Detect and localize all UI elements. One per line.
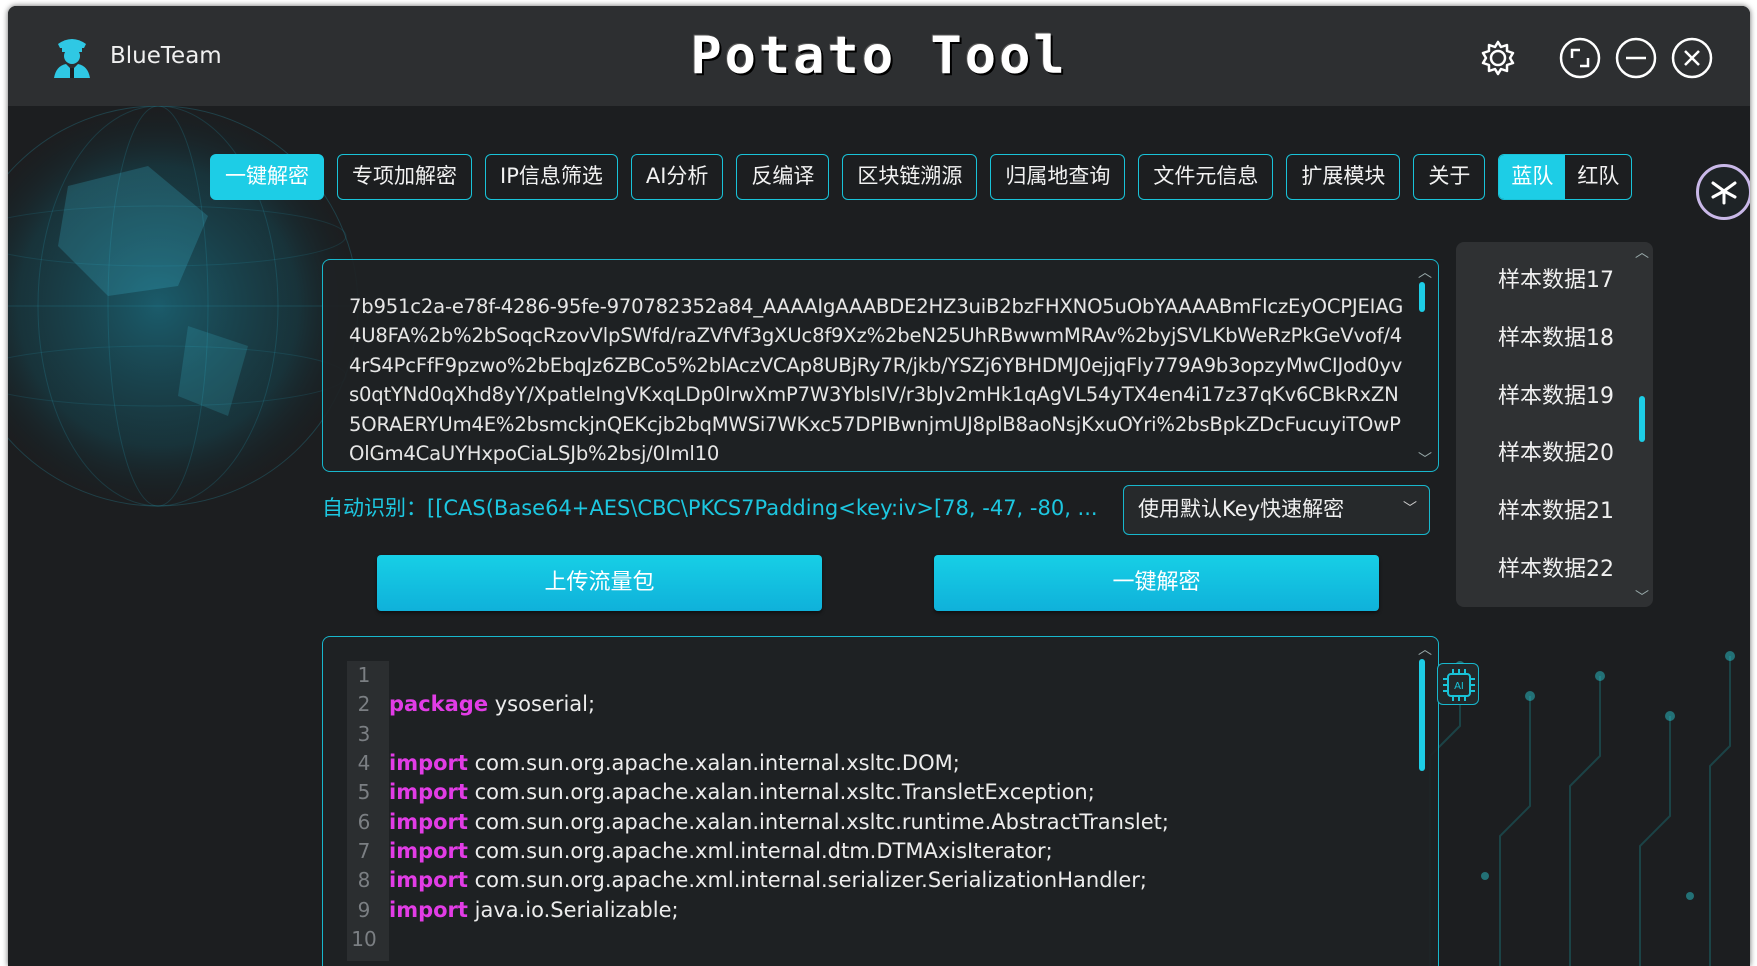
tab-extensions[interactable]: 扩展模块: [1286, 154, 1401, 200]
tab-blockchain-trace[interactable]: 区块链溯源: [842, 154, 978, 200]
tab-ai-analysis[interactable]: AI分析: [630, 154, 724, 200]
sample-scrollbar-thumb[interactable]: [1639, 396, 1645, 442]
code-line: 7 import com.sun.org.apache.xml.internal.…: [357, 839, 1053, 863]
key-mode-select[interactable]: 使用默认Key快速解密 ﹀: [1123, 485, 1430, 535]
tab-ip-filter[interactable]: IP信息筛选: [485, 154, 618, 200]
title-bar: BlueTeam Potato Tool: [8, 6, 1750, 106]
maximize-button[interactable]: [1558, 36, 1602, 80]
close-button[interactable]: [1670, 36, 1714, 80]
code-line: 1: [357, 663, 371, 687]
code-line: 4 import com.sun.org.apache.xalan.interna…: [357, 751, 960, 775]
scroll-up-arrow[interactable]: ︿: [1635, 242, 1649, 262]
code-line: 6 import com.sun.org.apache.xalan.interna…: [357, 810, 1169, 834]
sample-item[interactable]: 样本数据19: [1498, 378, 1614, 410]
sample-list: 样本数据17 样本数据18 样本数据19 样本数据20 样本数据21 样本数据2…: [1456, 242, 1653, 607]
ai-chip-icon: AI: [1443, 669, 1475, 701]
ai-chip-button[interactable]: AI: [1437, 663, 1479, 705]
code-line: 8 import com.sun.org.apache.xml.internal.…: [357, 868, 1147, 892]
code-line: 5 import com.sun.org.apache.xalan.interna…: [357, 780, 1095, 804]
cipher-input-area[interactable]: 7b951c2a-e78f-4286-95fe-970782352a84_AAA…: [322, 259, 1439, 472]
minimize-button[interactable]: [1614, 36, 1658, 80]
code-scrollbar-thumb[interactable]: [1419, 659, 1425, 771]
network-icon: [1711, 181, 1737, 205]
team-toggle: 蓝队 红队: [1498, 154, 1633, 200]
input-scrollbar-thumb[interactable]: [1419, 282, 1425, 312]
ai-badge-label: AI: [1454, 681, 1464, 692]
upload-pcap-button[interactable]: 上传流量包: [377, 555, 822, 611]
decrypted-code-view[interactable]: 1 2 package ysoserial; 3 4 import com.sun.…: [322, 636, 1439, 966]
sample-item[interactable]: 样本数据17: [1498, 262, 1614, 294]
tab-location-lookup[interactable]: 归属地查询: [990, 154, 1126, 200]
floating-assistant-button[interactable]: [1696, 164, 1750, 220]
auto-detect-label: 自动识别：[[CAS(Base64+AES\CBC\PKCS7Padding<k…: [322, 496, 1098, 520]
minus-icon: [1615, 37, 1657, 79]
tab-decompile[interactable]: 反编译: [736, 154, 830, 200]
decrypt-button[interactable]: 一键解密: [934, 555, 1379, 611]
code-line: 10: [351, 927, 377, 951]
settings-button[interactable]: [1476, 36, 1520, 80]
chevron-down-icon: ﹀: [1403, 501, 1417, 517]
scroll-down-arrow[interactable]: ﹀: [1418, 449, 1432, 469]
code-line: 2 package ysoserial;: [357, 692, 596, 716]
scroll-up-arrow[interactable]: ︿: [1418, 262, 1432, 282]
close-icon: [1671, 37, 1713, 79]
tab-one-click-decrypt[interactable]: 一键解密: [210, 154, 324, 200]
code-line: 3: [357, 722, 371, 746]
sample-item[interactable]: 样本数据18: [1498, 320, 1614, 352]
sample-item[interactable]: 样本数据22: [1498, 551, 1614, 583]
app-window: BlueTeam Potato Tool 一键解密 专项加解密 IP信息筛选 A…: [8, 6, 1750, 966]
cipher-input-text[interactable]: 7b951c2a-e78f-4286-95fe-970782352a84_AAA…: [349, 292, 1409, 468]
expand-icon: [1559, 37, 1601, 79]
window-controls: [1464, 36, 1714, 80]
sample-item[interactable]: 样本数据20: [1498, 435, 1614, 467]
tab-about[interactable]: 关于: [1413, 154, 1486, 200]
code-line: 9 import java.io.Serializable;: [357, 898, 679, 922]
gear-icon: [1481, 40, 1515, 76]
team-option-blue[interactable]: 蓝队: [1499, 155, 1566, 199]
tab-special-crypto[interactable]: 专项加解密: [337, 154, 472, 200]
team-option-red[interactable]: 红队: [1565, 155, 1631, 199]
scroll-down-arrow[interactable]: ﹀: [1635, 587, 1649, 607]
main-nav-tabs: 一键解密 专项加解密 IP信息筛选 AI分析 反编译 区块链溯源 归属地查询 文…: [210, 154, 1633, 200]
sample-item[interactable]: 样本数据21: [1498, 493, 1614, 525]
scroll-up-arrow[interactable]: ︿: [1418, 639, 1432, 659]
key-mode-selected-value: 使用默认Key快速解密: [1138, 497, 1345, 521]
tab-file-metadata[interactable]: 文件元信息: [1138, 154, 1274, 200]
